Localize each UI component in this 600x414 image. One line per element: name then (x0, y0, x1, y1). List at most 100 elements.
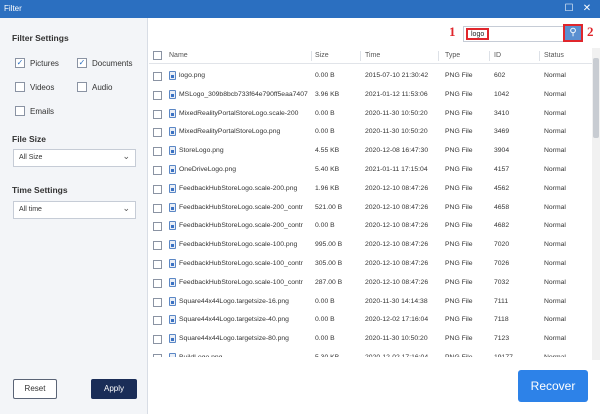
scrollbar-thumb[interactable] (593, 58, 599, 138)
row-checkbox[interactable] (153, 184, 162, 194)
checkbox-icon[interactable] (15, 82, 25, 92)
table-row[interactable]: MixedRealityPortalStoreLogo.scale-200 0.0… (149, 105, 592, 124)
checkbox-documents[interactable]: ✓ Documents (77, 58, 132, 68)
cell-type: PNG File (445, 335, 473, 343)
checkbox-audio[interactable]: Audio (77, 82, 112, 92)
cell-id: 7020 (494, 241, 510, 249)
cell-time: 2020-11-30 10:50:20 (365, 109, 428, 117)
cell-size: 0.00 B (315, 72, 335, 79)
row-checkbox[interactable] (153, 241, 162, 251)
cell-type: PNG File (445, 241, 473, 249)
cell-id: 7123 (494, 335, 510, 343)
cell-size: 5.40 KB (315, 165, 340, 173)
row-checkbox[interactable] (153, 109, 162, 119)
select-all-checkbox[interactable] (153, 51, 162, 60)
row-checkbox[interactable] (153, 128, 162, 138)
vertical-scrollbar[interactable] (592, 48, 600, 360)
row-checkbox[interactable] (153, 259, 162, 269)
checkbox-pictures[interactable]: ✓ Pictures (15, 58, 59, 68)
cell-name: FeedbackHubStoreLogo.scale-200_contr (179, 222, 303, 230)
cell-size: 0.00 B (315, 128, 335, 136)
row-checkbox[interactable] (153, 90, 162, 100)
cell-type: PNG File (445, 259, 473, 267)
file-size-value: All Size (19, 154, 43, 161)
row-checkbox[interactable] (153, 222, 162, 232)
row-checkbox[interactable] (153, 72, 162, 81)
table-row[interactable]: FeedbackHubStoreLogo.scale-200_contr 0.00… (149, 217, 592, 236)
row-checkbox[interactable] (153, 316, 162, 326)
recover-button[interactable]: Recover (518, 370, 588, 402)
time-settings-select[interactable]: All time ⌄ (13, 201, 136, 219)
column-divider[interactable] (539, 51, 540, 61)
column-divider[interactable] (311, 51, 312, 61)
table-row[interactable]: Square44x44Logo.targetsize-16.png 0.00 B 2… (149, 293, 592, 312)
table-row[interactable]: logo.png 0.00 B 2015-07-10 21:30:42 PNG Fil… (149, 67, 592, 86)
table-row[interactable]: OneDriveLogo.png 5.40 KB 2021-01-11 17:15:… (149, 161, 592, 180)
table-row[interactable]: FeedbackHubStoreLogo.scale-200_contr 521.… (149, 199, 592, 218)
cell-name: FeedbackHubStoreLogo.scale-200_contr (179, 203, 303, 211)
table-row[interactable]: FeedbackHubStoreLogo.scale-100_contr 305.… (149, 255, 592, 274)
column-header-status[interactable]: Status (544, 48, 564, 64)
column-header-size[interactable]: Size (315, 48, 329, 64)
row-checkbox[interactable] (153, 203, 162, 213)
cell-type: PNG File (445, 297, 473, 305)
table-row[interactable]: Square44x44Logo.targetsize-80.png 0.00 B 2… (149, 330, 592, 349)
checkbox-videos[interactable]: Videos (15, 82, 54, 92)
table-row[interactable]: FeedbackHubStoreLogo.scale-200.png 1.96 K… (149, 180, 592, 199)
row-checkbox[interactable] (153, 297, 162, 307)
cell-size: 995.00 B (315, 241, 343, 249)
checkbox-icon[interactable] (77, 82, 87, 92)
maximize-icon[interactable]: ☐ (562, 2, 576, 16)
cell-time: 2020-12-02 17:16:04 (365, 350, 439, 357)
checkbox-icon[interactable]: ✓ (77, 58, 87, 68)
image-file-icon (169, 183, 176, 193)
cell-time: 2020-12-10 08:47:26 (365, 241, 429, 249)
column-header-id[interactable]: ID (494, 48, 501, 64)
checkbox-emails[interactable]: Emails (15, 106, 54, 116)
cell-type: PNG File (445, 165, 473, 173)
cell-name: FeedbackHubStoreLogo.scale-100_contr (179, 278, 303, 286)
chevron-down-icon: ⌄ (122, 151, 130, 161)
cell-status: Normal (544, 350, 590, 357)
search-query[interactable]: logo (466, 28, 490, 40)
cell-status: Normal (544, 278, 566, 286)
cell-time: 2015-07-10 21:30:42 (365, 72, 429, 79)
table-row[interactable]: BuildLogo.png 5.30 KB 2020-12-02 17:16:04 P… (149, 349, 592, 357)
column-divider[interactable] (438, 51, 439, 61)
file-size-select[interactable]: All Size ⌄ (13, 149, 136, 167)
cell-status: Normal (544, 241, 566, 249)
cell-size: 4.55 KB (315, 147, 340, 155)
cell-name: MixedRealityPortalStoreLogo.png (179, 128, 281, 136)
table-row[interactable]: Square44x44Logo.targetsize-40.png 0.00 B 2… (149, 311, 592, 330)
table-row[interactable]: StoreLogo.png 4.55 KB 2020-12-08 16:47:30 P… (149, 142, 592, 161)
time-settings-value: All time (19, 206, 42, 213)
cell-status: Normal (544, 259, 566, 267)
cell-type: PNG File (445, 316, 473, 324)
image-file-icon (169, 315, 176, 325)
column-header-name[interactable]: Name (169, 48, 188, 64)
reset-button[interactable]: Reset (13, 379, 57, 399)
column-header-time[interactable]: Time (365, 48, 380, 64)
row-checkbox[interactable] (153, 278, 162, 288)
apply-button[interactable]: Apply (91, 379, 137, 399)
checkbox-icon[interactable] (15, 106, 25, 116)
cell-time: 2020-12-10 08:47:26 (365, 259, 429, 267)
search-button[interactable]: ⚲ (563, 24, 583, 42)
cell-time: 2020-11-30 14:14:38 (365, 297, 428, 305)
table-row[interactable]: FeedbackHubStoreLogo.scale-100_contr 287.… (149, 274, 592, 293)
column-divider[interactable] (489, 51, 490, 61)
row-checkbox[interactable] (153, 147, 162, 157)
checkbox-icon[interactable]: ✓ (15, 58, 25, 68)
cell-time: 2021-01-12 11:53:06 (365, 90, 428, 98)
cell-time: 2020-11-30 10:50:20 (365, 335, 428, 343)
column-divider[interactable] (360, 51, 361, 61)
column-header-type[interactable]: Type (445, 48, 460, 64)
table-row[interactable]: FeedbackHubStoreLogo.scale-100.png 995.00… (149, 236, 592, 255)
table-row[interactable]: MSLogo_309b8bcb733f64e790ff5eaa7407 3.96 … (149, 86, 592, 105)
row-checkbox[interactable] (153, 165, 162, 175)
image-file-icon (169, 352, 176, 357)
row-checkbox[interactable] (153, 335, 162, 345)
row-checkbox[interactable] (153, 353, 162, 357)
table-row[interactable]: MixedRealityPortalStoreLogo.png 0.00 B 202… (149, 123, 592, 142)
close-icon[interactable]: ✕ (580, 2, 594, 16)
